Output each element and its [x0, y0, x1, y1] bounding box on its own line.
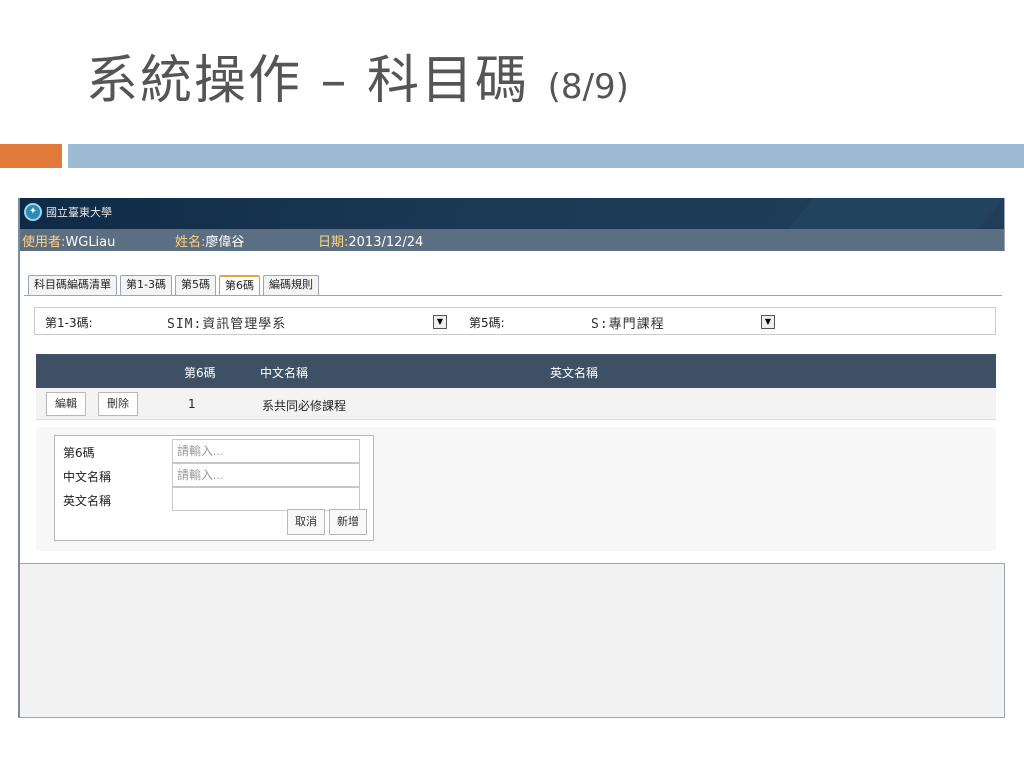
accent-bar-orange: [0, 144, 62, 168]
code6-field-label: 第6碼: [63, 446, 95, 460]
user-info-bar: 使用者:WGLiau 姓名:廖偉谷 日期:2013/12/24: [20, 229, 1004, 251]
tab-coding-rules[interactable]: 編碼規則: [262, 275, 319, 295]
user-label: 使用者:: [22, 234, 66, 250]
accent-bar-blue: [68, 144, 1024, 168]
add-button[interactable]: 新增: [329, 509, 367, 535]
tab-code-list[interactable]: 科目碼編碼清單: [28, 275, 117, 295]
edit-button[interactable]: 編輯: [46, 392, 86, 416]
delete-button[interactable]: 刪除: [98, 392, 138, 416]
col-header-en-name: 英文名稱: [550, 366, 599, 380]
date-value: 2013/12/24: [348, 234, 424, 250]
date-field: 日期:2013/12/24: [318, 231, 423, 250]
university-logo: ✦ 國立臺東大學: [24, 203, 112, 221]
tab-code-6[interactable]: 第6碼: [218, 275, 260, 295]
app-header: ✦ 國立臺東大學: [20, 198, 1004, 229]
grid-header: 第6碼 中文名稱 英文名稱: [36, 354, 996, 388]
emblem-icon: ✦: [24, 203, 42, 221]
tab-bar: 科目碼編碼清單 第1-3碼 第5碼 第6碼 編碼規則: [28, 275, 319, 295]
row-code6: 1: [188, 397, 196, 411]
add-form-area: 第6碼 中文名稱 英文名稱 取消 新增: [36, 427, 996, 551]
table-row: 編輯 刪除 1 系共同必修課程: [36, 388, 996, 420]
app-window: ✦ 國立臺東大學 使用者:WGLiau 姓名:廖偉谷 日期:2013/12/24…: [18, 198, 1005, 718]
user-field: 使用者:WGLiau: [22, 231, 115, 250]
date-label: 日期:: [318, 234, 349, 250]
tab-divider: [24, 295, 1002, 296]
name-label: 姓名:: [175, 234, 206, 250]
filter-bar: 第1-3碼: SIM:資訊管理學系 ▼ 第5碼: S:專門課程 ▼: [34, 307, 996, 335]
zh-name-field-label: 中文名稱: [63, 470, 112, 484]
name-field: 姓名:廖偉谷: [175, 231, 244, 250]
code13-dropdown-icon[interactable]: ▼: [433, 315, 447, 329]
row-zh-name: 系共同必修課程: [262, 399, 347, 413]
cancel-button[interactable]: 取消: [287, 509, 325, 535]
en-name-input[interactable]: [172, 487, 360, 511]
slide-title: 系統操作 – 科目碼 (8/9): [86, 38, 629, 113]
header-stripe: [787, 198, 1004, 229]
name-value: 廖偉谷: [205, 234, 245, 250]
tab-code-1-3[interactable]: 第1-3碼: [120, 275, 172, 295]
code5-select-value[interactable]: S:專門課程: [591, 313, 665, 332]
code5-label: 第5碼:: [469, 316, 505, 330]
logo-text: 國立臺東大學: [46, 206, 112, 219]
tab-code-5[interactable]: 第5碼: [174, 275, 216, 295]
user-value: WGLiau: [65, 234, 116, 250]
en-name-field-label: 英文名稱: [63, 494, 112, 508]
zh-name-input[interactable]: [172, 463, 360, 487]
col-header-code6: 第6碼: [184, 366, 216, 380]
slide-title-page: (8/9): [547, 67, 629, 107]
slide-title-main: 系統操作 – 科目碼: [86, 51, 530, 111]
col-header-zh-name: 中文名稱: [260, 366, 309, 380]
code6-input[interactable]: [172, 439, 360, 463]
code5-dropdown-icon[interactable]: ▼: [761, 315, 775, 329]
add-form: 第6碼 中文名稱 英文名稱 取消 新增: [54, 435, 374, 541]
code13-label: 第1-3碼:: [45, 316, 93, 330]
code13-select-value[interactable]: SIM:資訊管理學系: [167, 313, 286, 332]
main-panel: 科目碼編碼清單 第1-3碼 第5碼 第6碼 編碼規則 第1-3碼: SIM:資訊…: [20, 251, 1005, 564]
